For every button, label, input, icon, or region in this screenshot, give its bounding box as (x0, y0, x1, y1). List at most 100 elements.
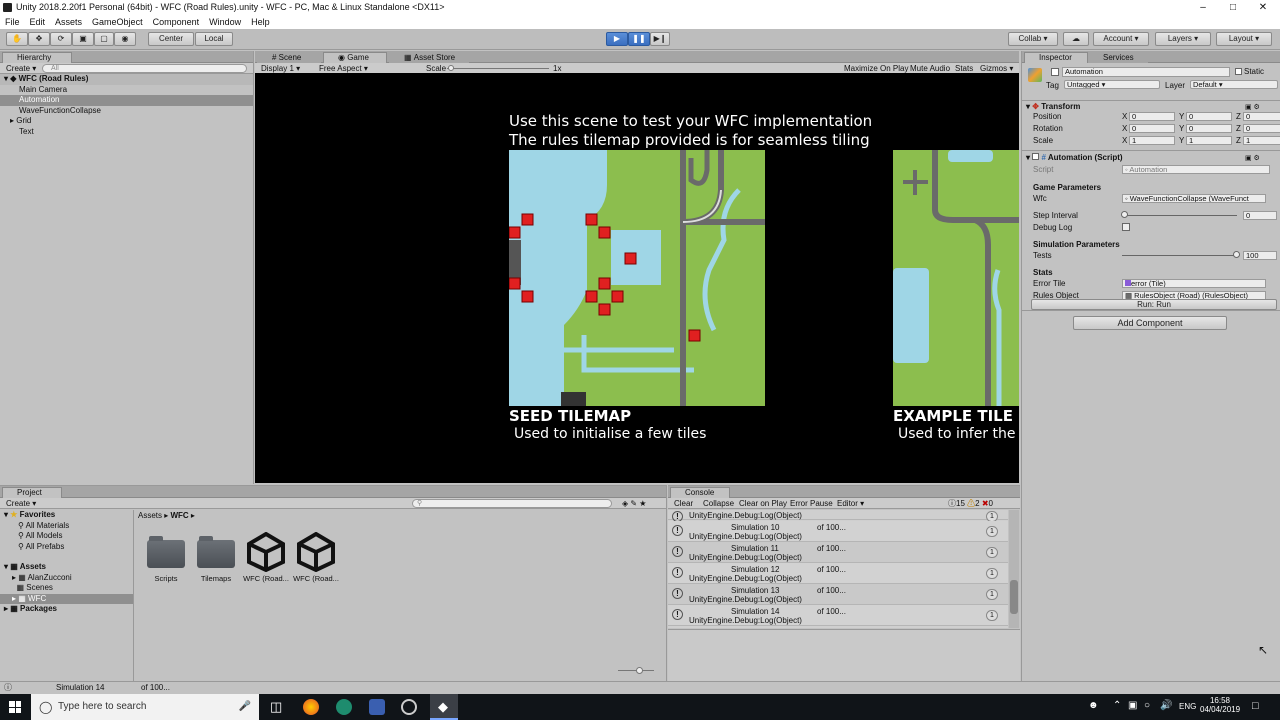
console-editor-dropdown[interactable]: Editor ▾ (837, 498, 864, 509)
hierarchy-create-button[interactable]: Create ▾ (6, 63, 36, 74)
console-entry[interactable]: ! Simulation 11 of 100... UnityEngine.Debug… (668, 542, 1008, 563)
project-filter-icon[interactable]: ◈ ✎ ★ (622, 498, 646, 509)
script-header[interactable]: ▾ # Automation (Script) (1026, 153, 1123, 162)
status-message[interactable]: Simulation 14 (56, 682, 104, 694)
language-indicator[interactable]: ENG (1179, 702, 1196, 711)
tab-inspector[interactable]: Inspector (1024, 52, 1088, 63)
game-viewport[interactable]: Use this scene to test your WFC implemen… (255, 73, 1019, 483)
transform-y-field[interactable]: 0 (1186, 124, 1232, 133)
minimize-icon[interactable]: – (1188, 0, 1218, 15)
cloud-icon[interactable]: ☁ (1063, 32, 1089, 46)
menu-gameobject[interactable]: GameObject (87, 15, 148, 29)
step-interval-slider[interactable] (1122, 215, 1237, 216)
error-tile-field[interactable]: error (Tile) (1122, 279, 1266, 288)
scale-slider[interactable] (447, 68, 549, 69)
favorites-node[interactable]: ▾ ★ Favorites (0, 510, 133, 521)
transform-tool-icon[interactable]: ◉ (114, 32, 136, 46)
tab-console[interactable]: Console (670, 487, 730, 498)
menu-file[interactable]: File (0, 15, 25, 29)
active-checkbox[interactable] (1051, 68, 1059, 76)
collab-button[interactable]: Collab ▾ (1008, 32, 1058, 46)
scale-tool-icon[interactable]: ▣ (72, 32, 94, 46)
component-settings-icon[interactable]: ▣ ⚙ (1245, 103, 1260, 111)
transform-x-field[interactable]: 0 (1129, 124, 1175, 133)
breadcrumb-assets[interactable]: Assets (138, 511, 162, 520)
account-button[interactable]: Account ▾ (1093, 32, 1149, 46)
console-collapse-button[interactable]: Collapse (703, 498, 734, 509)
console-error-pause-button[interactable]: Error Pause (790, 498, 833, 509)
discord-icon[interactable] (369, 699, 385, 715)
play-button[interactable]: ▶ (606, 32, 628, 46)
asset-folder-item[interactable]: ▦ Scenes (0, 583, 133, 594)
hierarchy-item[interactable]: Automation (0, 95, 253, 106)
layout-button[interactable]: Layout ▾ (1216, 32, 1272, 46)
pause-button[interactable]: ❚❚ (628, 32, 650, 46)
move-tool-icon[interactable]: ✥ (28, 32, 50, 46)
hierarchy-item[interactable]: Text (0, 127, 253, 138)
scale-slider-thumb[interactable] (448, 65, 454, 71)
obs-icon[interactable] (401, 699, 417, 715)
expand-arrow-icon[interactable]: ▸ (10, 116, 14, 125)
layer-dropdown[interactable]: Default ▾ (1190, 80, 1278, 89)
tray-chevron-icon[interactable]: ⌃ (1113, 700, 1121, 711)
microphone-icon[interactable]: 🎤 (239, 694, 251, 720)
taskbar-search-input[interactable]: ◯ Type here to search 🎤 (31, 694, 259, 720)
unity-taskbar-button[interactable]: ◆ (430, 694, 458, 720)
step-button[interactable]: ▶❙ (650, 32, 670, 46)
transform-header[interactable]: ▾ ✥ Transform (1026, 102, 1080, 111)
task-view-icon[interactable]: ◫ (270, 699, 282, 715)
transform-x-field[interactable]: 0 (1129, 112, 1175, 121)
hierarchy-item[interactable]: WaveFunctionCollapse (0, 106, 253, 117)
console-entry[interactable]: ! Simulation 12 of 100... UnityEngine.Debug… (668, 563, 1008, 584)
menu-window[interactable]: Window (204, 15, 246, 29)
windows-start-icon[interactable] (9, 701, 21, 713)
rect-tool-icon[interactable]: ▢ (94, 32, 114, 46)
console-entry[interactable]: ! Simulation 10 of 100... UnityEngine.Debug… (668, 521, 1008, 542)
console-clear-button[interactable]: Clear (674, 498, 693, 509)
volume-icon[interactable]: 🔊 (1160, 700, 1172, 711)
hierarchy-item[interactable]: ▸ Grid (0, 116, 253, 127)
tab-services[interactable]: Services (1088, 52, 1148, 63)
project-create-button[interactable]: Create ▾ (6, 498, 36, 509)
assets-node[interactable]: ▾ ▦ Assets (0, 562, 133, 573)
menu-edit[interactable]: Edit (25, 15, 51, 29)
step-interval-thumb[interactable] (1121, 211, 1128, 218)
people-icon[interactable]: ☻ (1088, 700, 1099, 711)
scene-header[interactable]: ▾ ◆ WFC (Road Rules) (0, 74, 253, 85)
favorite-item[interactable]: ⚲ All Prefabs (0, 542, 133, 553)
transform-z-field[interactable]: 0 (1243, 112, 1280, 121)
tests-field[interactable]: 100 (1243, 251, 1277, 260)
menu-component[interactable]: Component (148, 15, 205, 29)
tab-scene[interactable]: # Scene (257, 52, 321, 63)
asset-folder-item[interactable]: ▸ ▦ AlanZucconi (0, 573, 133, 584)
notifications-icon[interactable]: □ (1252, 700, 1259, 712)
tests-slider[interactable] (1122, 255, 1237, 256)
wifi-icon[interactable]: ○ (1144, 700, 1150, 711)
pivot-local-button[interactable]: Local (195, 32, 233, 46)
script-enabled-checkbox[interactable] (1032, 153, 1040, 160)
maximize-icon[interactable]: □ (1218, 0, 1248, 15)
tab-hierarchy[interactable]: Hierarchy (2, 52, 72, 63)
console-entry[interactable]: ! Simulation 13 of 100... UnityEngine.Debug… (668, 584, 1008, 605)
console-entry[interactable]: ! Simulation 14 of 100... UnityEngine.Debug… (668, 605, 1008, 626)
add-component-button[interactable]: Add Component (1073, 316, 1227, 330)
favorite-item[interactable]: ⚲ All Materials (0, 521, 133, 532)
hand-tool-icon[interactable]: ✋ (6, 32, 28, 46)
tag-dropdown[interactable]: Untagged ▾ (1064, 80, 1160, 89)
console-entry[interactable]: ! UnityEngine.Debug:Log(Object) 1 (668, 510, 1008, 522)
run-button[interactable]: Run: Run (1031, 299, 1277, 310)
hierarchy-search-input[interactable]: All (42, 64, 247, 73)
favorite-item[interactable]: ⚲ All Models (0, 531, 133, 542)
object-name-field[interactable]: Automation (1062, 67, 1230, 77)
close-icon[interactable]: ✕ (1248, 0, 1278, 15)
firefox-icon[interactable] (303, 699, 319, 715)
wfc-object-field[interactable]: ◦ WaveFunctionCollapse (WaveFunct (1122, 194, 1266, 203)
console-clear-on-play-button[interactable]: Clear on Play (739, 498, 787, 509)
console-scroll-thumb[interactable] (1010, 580, 1018, 614)
transform-z-field[interactable]: 1 (1243, 136, 1280, 145)
transform-x-field[interactable]: 1 (1129, 136, 1175, 145)
step-interval-field[interactable]: 0 (1243, 211, 1277, 220)
packages-node[interactable]: ▸ ▦ Packages (0, 604, 133, 615)
menu-help[interactable]: Help (246, 15, 275, 29)
tab-game[interactable]: ◉ Game (323, 52, 387, 63)
